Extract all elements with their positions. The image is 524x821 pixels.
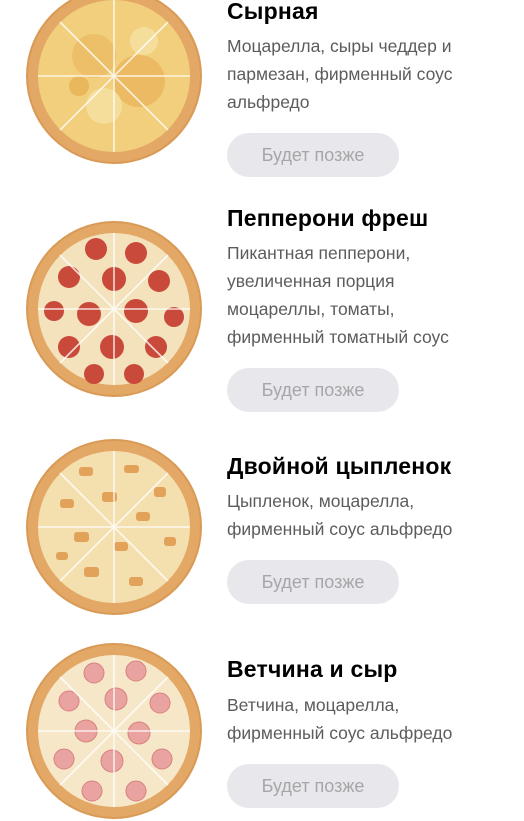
coming-soon-button[interactable]: Будет позже (227, 368, 399, 412)
product-title: Сырная (227, 0, 319, 24)
description-line: увеличенная порция (227, 271, 395, 291)
product-card-cheese[interactable]: Сырная Моцарелла, сыры чеддер и пармезан… (0, 0, 524, 200)
product-title: Ветчина и сыр (227, 656, 398, 682)
description-line: моцареллы, томаты, (227, 299, 395, 319)
product-title: Пепперони фреш (227, 205, 429, 231)
product-description: Ветчина, моцарелла, фирменный соус альфр… (227, 691, 507, 747)
description-line: Пикантная пепперони, (227, 243, 411, 263)
description-line: Моцарелла, сыры чеддер и (227, 36, 452, 56)
pepperoni-pizza-image[interactable] (24, 219, 204, 399)
cheese-pizza-image[interactable] (24, 0, 204, 166)
product-description: Пикантная пепперони, увеличенная порция … (227, 239, 507, 351)
product-title: Двойной цыпленок (227, 453, 452, 479)
description-line: фирменный соус альфредо (227, 723, 453, 743)
description-line: альфредо (227, 92, 310, 112)
product-card-pepperoni[interactable]: Пепперони фреш Пикантная пепперони, увел… (0, 200, 524, 435)
coming-soon-button[interactable]: Будет позже (227, 560, 399, 604)
description-line: пармезан, фирменный соус (227, 64, 453, 84)
product-description: Цыпленок, моцарелла, фирменный соус альф… (227, 487, 507, 543)
description-line: Цыпленок, моцарелла, (227, 491, 415, 511)
product-card-double-chicken[interactable]: Двойной цыпленок Цыпленок, моцарелла, фи… (0, 435, 524, 635)
coming-soon-button[interactable]: Будет позже (227, 133, 399, 177)
description-line: фирменный соус альфредо (227, 519, 453, 539)
coming-soon-button[interactable]: Будет позже (227, 764, 399, 808)
description-line: фирменный томатный соус (227, 327, 449, 347)
chicken-pizza-image[interactable] (24, 437, 204, 617)
product-description: Моцарелла, сыры чеддер и пармезан, фирме… (227, 32, 507, 116)
product-card-ham-cheese[interactable]: Ветчина и сыр Ветчина, моцарелла, фирмен… (0, 635, 524, 819)
description-line: Ветчина, моцарелла, (227, 695, 400, 715)
ham-cheese-pizza-image[interactable] (24, 641, 204, 821)
